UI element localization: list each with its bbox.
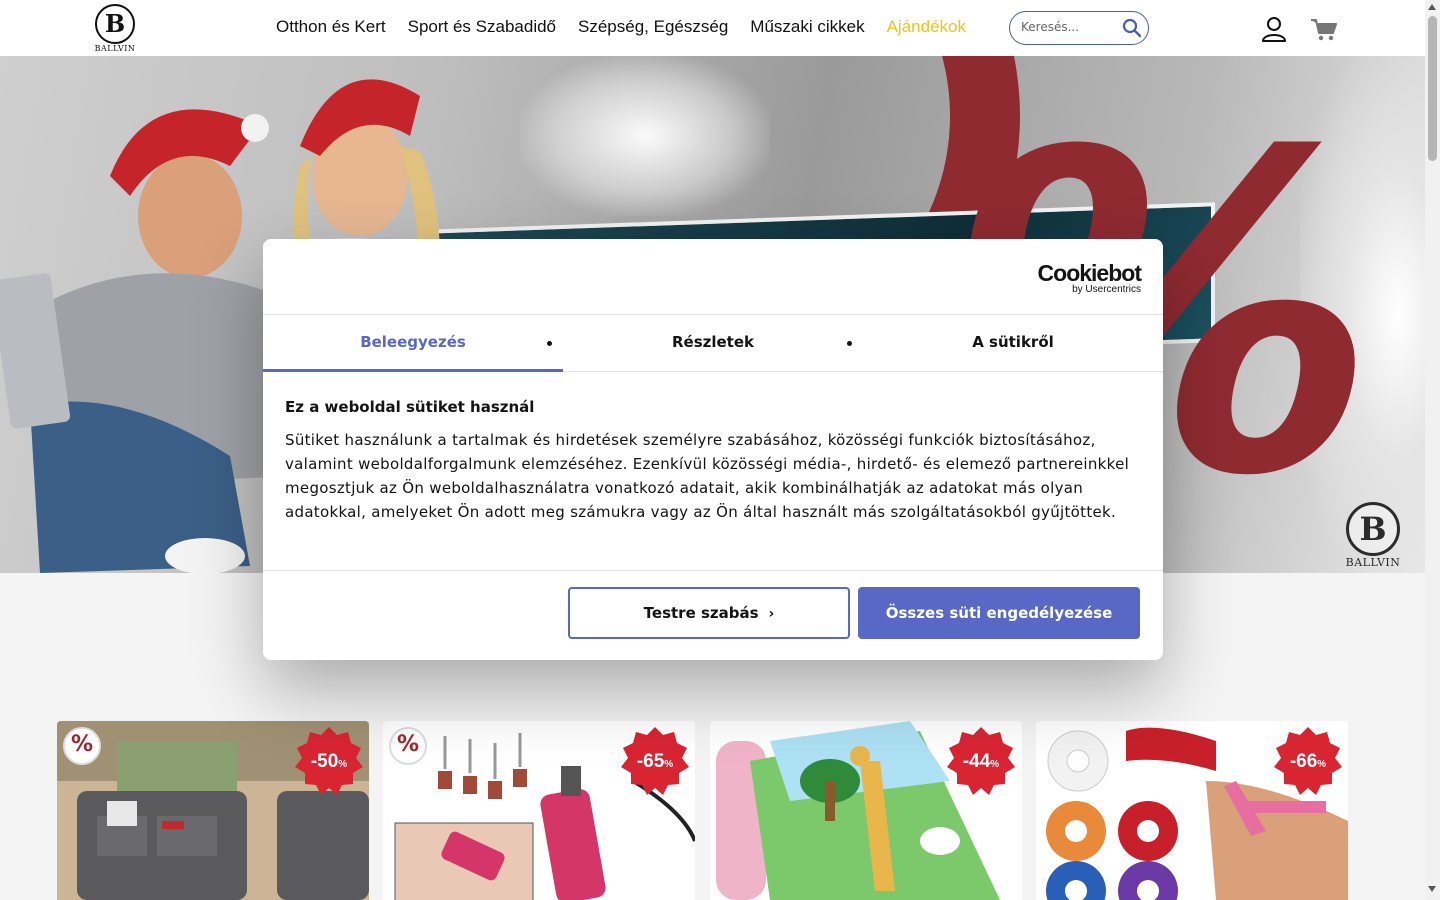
- site-header: B BALLVIN Otthon és Kert Sport és Szabad…: [0, 0, 1425, 56]
- scroll-down-arrow-icon[interactable]: [1428, 886, 1436, 892]
- consent-tabs: Beleegyezés Részletek A sütikről: [263, 314, 1163, 372]
- dialog-footer: Testre szabás › Összes süti engedélyezése: [263, 570, 1163, 639]
- product-card[interactable]: -66%: [1036, 721, 1348, 900]
- logo-text: BALLVIN: [94, 44, 136, 53]
- chevron-right-icon: ›: [768, 606, 775, 622]
- product-card[interactable]: -44%: [710, 721, 1022, 900]
- dialog-heading: Ez a weboldal sütiket használ: [285, 398, 535, 416]
- tab-separator-dot: [847, 341, 852, 346]
- search-input[interactable]: [1021, 20, 1121, 34]
- hero-frost-branch: [520, 56, 770, 216]
- nav-ajandekok[interactable]: Ajándékok: [887, 17, 966, 37]
- discount-value: -66: [1289, 751, 1318, 772]
- main-nav: Otthon és Kert Sport és Szabadidő Szépsé…: [276, 17, 966, 37]
- search-icon[interactable]: [1122, 18, 1142, 38]
- allow-all-cookies-button[interactable]: Összes süti engedélyezése: [858, 587, 1140, 639]
- nav-otthon-es-kert[interactable]: Otthon és Kert: [276, 17, 386, 37]
- discount-unit: %: [990, 759, 1000, 770]
- discount-unit: %: [1317, 759, 1327, 770]
- logo-mark: B: [95, 4, 135, 44]
- scroll-up-arrow-icon[interactable]: [1428, 4, 1436, 10]
- discount-badge: -66%: [1274, 727, 1342, 795]
- tab-reszletek[interactable]: Részletek: [563, 315, 863, 372]
- page-scrollbar[interactable]: [1425, 0, 1440, 900]
- cookiebot-brand-sub: by Usercentrics: [1072, 284, 1141, 295]
- discount-unit: %: [664, 759, 674, 770]
- discount-badge: -65%: [621, 727, 689, 795]
- discount-badge: -44%: [947, 727, 1015, 795]
- product-card[interactable]: % -65%: [383, 721, 695, 900]
- scroll-thumb[interactable]: [1428, 16, 1437, 161]
- hero-logo-text: BALLVIN: [1345, 556, 1401, 569]
- tab-a-sutikrol[interactable]: A sütikről: [863, 315, 1163, 372]
- sale-seal-icon: %: [389, 727, 427, 765]
- customize-label: Testre szabás: [643, 604, 759, 622]
- dialog-text: Sütiket használunk a tartalmak és hirdet…: [285, 431, 1130, 521]
- discount-value: -44: [962, 751, 991, 772]
- nav-sport-es-szabadido[interactable]: Sport és Szabadidő: [408, 17, 556, 37]
- cookiebot-logo[interactable]: Cookiebot by Usercentrics: [1037, 260, 1142, 295]
- tab-separator-dot: [547, 341, 552, 346]
- search-box: [1009, 11, 1149, 45]
- tab-beleegyezes[interactable]: Beleegyezés: [263, 315, 563, 372]
- customize-button[interactable]: Testre szabás ›: [568, 587, 850, 639]
- shopping-cart-icon[interactable]: [1310, 17, 1338, 43]
- cookiebot-brand: Cookiebot: [1037, 260, 1142, 286]
- site-logo[interactable]: B BALLVIN: [92, 4, 138, 54]
- hero-logo: B BALLVIN: [1342, 502, 1404, 569]
- dialog-body: Ez a weboldal sütiket használ Sütiket ha…: [285, 396, 1145, 524]
- nav-muszaki-cikkek[interactable]: Műszaki cikkek: [750, 17, 864, 37]
- product-card[interactable]: % -50%: [57, 721, 369, 900]
- discount-unit: %: [338, 759, 348, 770]
- sale-seal-icon: %: [63, 727, 101, 765]
- nav-szepseg-egeszseg[interactable]: Szépség, Egészség: [578, 17, 728, 37]
- discount-badge: -50%: [295, 727, 363, 795]
- discount-value: -65: [636, 751, 665, 772]
- hero-logo-mark: B: [1346, 502, 1400, 556]
- discount-value: -50: [310, 751, 339, 772]
- user-account-icon[interactable]: [1261, 16, 1287, 42]
- cookie-consent-dialog: Cookiebot by Usercentrics Beleegyezés Ré…: [263, 239, 1163, 660]
